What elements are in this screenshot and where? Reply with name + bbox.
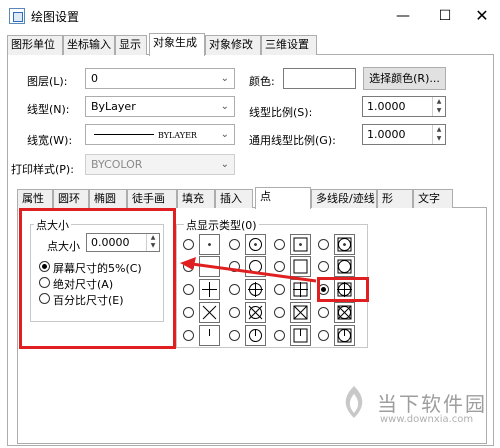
point-style-x-square[interactable] bbox=[290, 302, 311, 323]
point-style-tick-circsq[interactable] bbox=[334, 325, 355, 346]
point-style-radio[interactable] bbox=[318, 307, 329, 318]
point-style-tick-none[interactable] bbox=[199, 325, 220, 346]
point-style-radio[interactable] bbox=[183, 239, 194, 250]
point-style-tick-square[interactable] bbox=[290, 325, 311, 346]
point-style-radio[interactable] bbox=[183, 330, 194, 341]
point-style-dot-circsq[interactable] bbox=[334, 234, 355, 255]
point-style-radio[interactable] bbox=[229, 239, 240, 250]
watermark-logo-icon bbox=[334, 382, 374, 422]
arrow-icon bbox=[178, 255, 318, 285]
point-style-radio[interactable] bbox=[183, 284, 194, 295]
point-style-radio[interactable] bbox=[318, 239, 329, 250]
point-style-tick-circle[interactable] bbox=[245, 325, 266, 346]
point-style-radio[interactable] bbox=[183, 307, 194, 318]
point-style-x-none[interactable] bbox=[199, 302, 220, 323]
tab-object-create[interactable]: 对象生成 bbox=[149, 33, 205, 56]
point-style-radio[interactable] bbox=[274, 330, 285, 341]
point-style-radio[interactable] bbox=[229, 307, 240, 318]
watermark-text: 当下软件园 bbox=[377, 392, 487, 416]
point-style-dot-square[interactable] bbox=[290, 234, 311, 255]
point-style-radio[interactable] bbox=[274, 239, 285, 250]
point-style-radio[interactable] bbox=[318, 330, 329, 341]
point-style-radio[interactable] bbox=[229, 330, 240, 341]
watermark-url: www.downxia.com bbox=[380, 414, 474, 425]
subtab-point[interactable]: 点 bbox=[255, 187, 311, 209]
point-style-blank-circsq[interactable] bbox=[334, 256, 355, 277]
point-style-radio[interactable] bbox=[229, 284, 240, 295]
point-style-dot-none[interactable] bbox=[199, 234, 220, 255]
point-style-x-circsq[interactable] bbox=[334, 302, 355, 323]
point-style-radio[interactable] bbox=[274, 307, 285, 318]
point-style-radio[interactable] bbox=[318, 261, 329, 272]
point-style-dot-circle[interactable] bbox=[245, 234, 266, 255]
point-style-grid bbox=[0, 0, 500, 448]
highlight-box-point-style bbox=[317, 277, 369, 302]
point-style-radio[interactable] bbox=[274, 284, 285, 295]
point-style-x-circle[interactable] bbox=[245, 302, 266, 323]
